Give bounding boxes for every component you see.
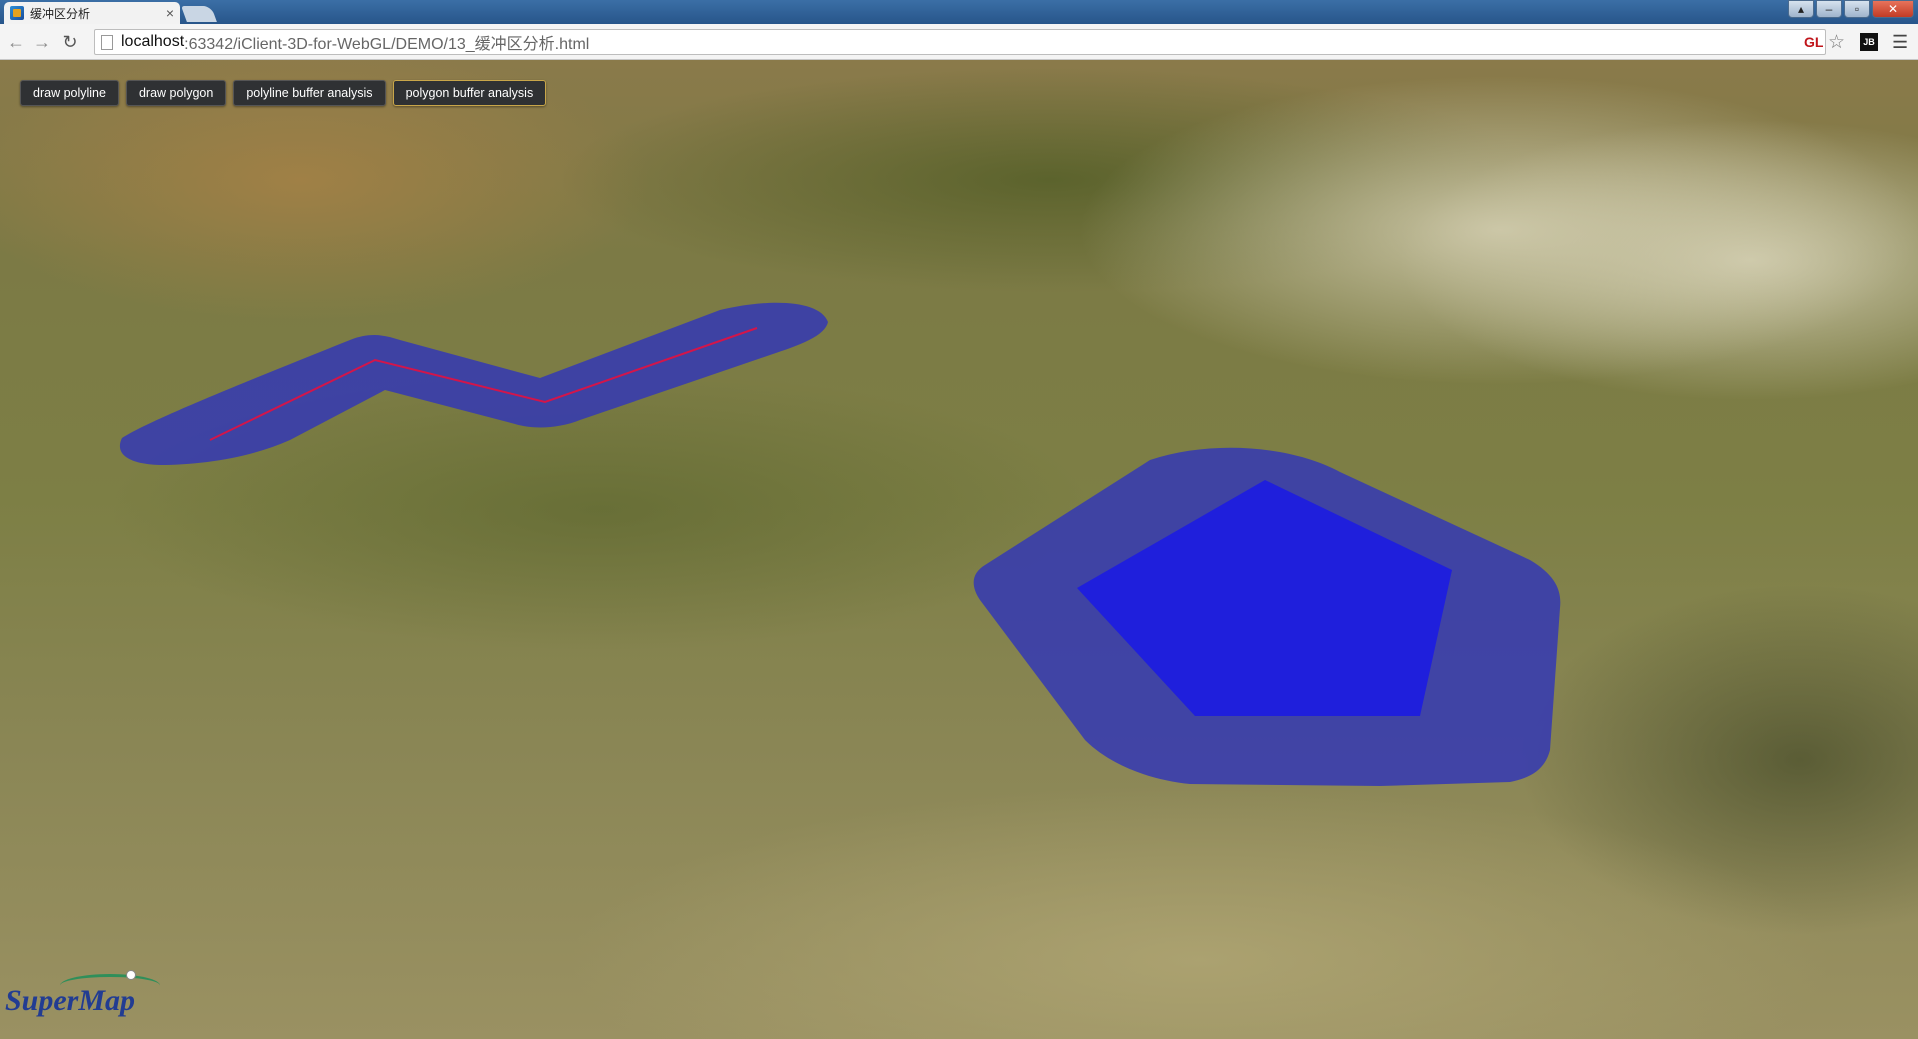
window-close-button[interactable]: ✕ [1872,0,1914,18]
new-tab-button[interactable] [181,6,217,22]
menu-icon[interactable]: ☰ [1892,32,1908,53]
address-bar[interactable]: localhost:63342/iClient-3D-for-WebGL/DEM… [94,29,1826,55]
reload-icon[interactable]: ↻ [60,32,80,52]
forward-icon[interactable]: → [32,32,52,52]
user-icon[interactable]: ▴ [1788,0,1814,18]
draw-polyline-button[interactable]: draw polyline [20,80,119,106]
url-path: :63342/iClient-3D-for-WebGL/DEMO/13_缓冲区分… [184,36,590,53]
analysis-overlay [119,302,1561,786]
supermap-logo: SuperMap [5,984,136,1017]
maximize-button[interactable]: ▫ [1844,0,1870,18]
close-icon[interactable]: × [166,5,174,21]
polygon-buffer-analysis-button[interactable]: polygon buffer analysis [392,80,547,106]
tool-button-bar: draw polyline draw polygon polyline buff… [20,80,547,106]
minimize-button[interactable]: – [1816,0,1842,18]
browser-tab[interactable]: 缓冲区分析 × [4,2,180,24]
polyline-buffer-analysis-button[interactable]: polyline buffer analysis [233,80,386,106]
jb-extension-icon[interactable]: JB [1860,33,1878,51]
draw-polygon-button[interactable]: draw polygon [125,80,227,106]
window-title-bar: 缓冲区分析 × ▴ – ▫ ✕ [0,0,1918,24]
logo-dot [126,970,136,980]
gl-extension-icon[interactable]: GL [1804,34,1823,50]
browser-toolbar: ← → ↻ localhost:63342/iClient-3D-for-Web… [0,24,1918,60]
window-controls: ▴ – ▫ ✕ [1788,0,1914,18]
map-viewport[interactable]: draw polyline draw polygon polyline buff… [0,60,1918,1039]
star-icon[interactable]: ☆ [1828,31,1845,54]
url-host: localhost [121,33,185,50]
tab-title: 缓冲区分析 [30,6,91,21]
page-icon [101,34,113,50]
page-favicon-icon [10,6,24,20]
back-icon[interactable]: ← [6,32,26,52]
